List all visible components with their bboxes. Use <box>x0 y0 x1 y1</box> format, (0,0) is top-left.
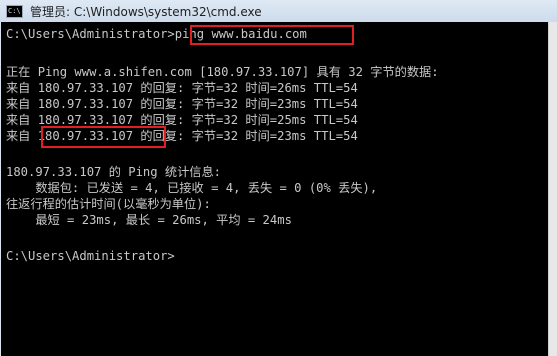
highlight-command-box <box>190 25 354 45</box>
console-line-reply-1: 来自 180.97.33.107 的回复: 字节=32 时间=26ms TTL=… <box>6 81 358 95</box>
title-bar[interactable]: C:\ 管理员: C:\Windows\system32\cmd.exe <box>0 0 557 22</box>
console-line-stats-header: 180.97.33.107 的 Ping 统计信息: <box>6 165 222 179</box>
vertical-scrollbar[interactable] <box>548 22 557 356</box>
cmd-window: C:\ 管理员: C:\Windows\system32\cmd.exe C:\… <box>0 0 557 356</box>
highlight-ip-box <box>41 126 166 148</box>
cmd-icon[interactable]: C:\ <box>6 4 23 18</box>
console-line-rtt-values: 最短 = 23ms, 最长 = 26ms, 平均 = 24ms <box>6 213 292 227</box>
console-line-prompt: C:\Users\Administrator> <box>6 249 175 263</box>
console-line-ping-header: 正在 Ping www.a.shifen.com [180.97.33.107]… <box>6 65 439 79</box>
console-output[interactable]: C:\Users\Administrator>ping www.baidu.co… <box>1 22 548 356</box>
window-title: 管理员: C:\Windows\system32\cmd.exe <box>30 4 262 19</box>
console-line-reply-2: 来自 180.97.33.107 的回复: 字节=32 时间=23ms TTL=… <box>6 97 358 111</box>
console-line-packets: 数据包: 已发送 = 4, 已接收 = 4, 丢失 = 0 (0% 丢失), <box>6 181 378 195</box>
console-line-rtt-header: 往返行程的估计时间(以毫秒为单位): <box>6 197 211 211</box>
